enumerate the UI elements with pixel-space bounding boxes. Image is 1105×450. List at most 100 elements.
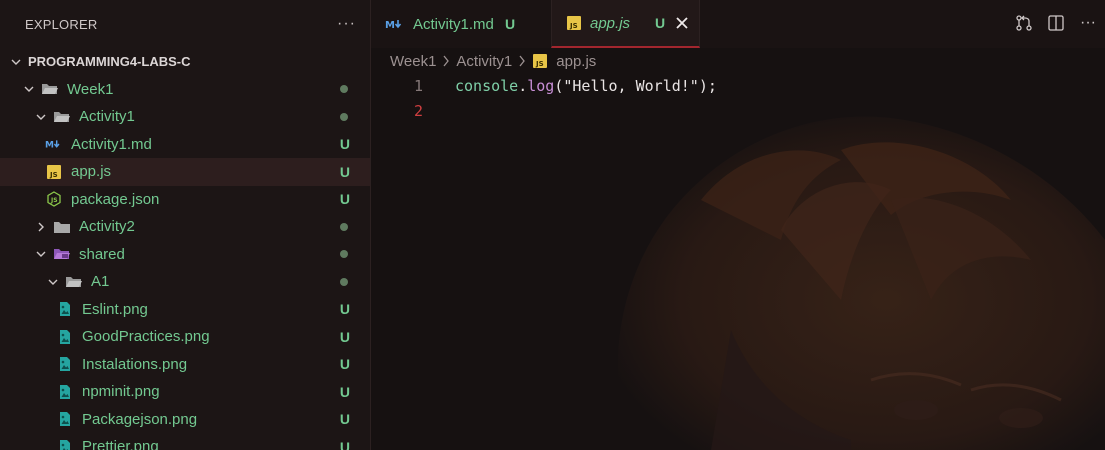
breadcrumb-week1[interactable]: Week1 bbox=[390, 53, 436, 70]
git-status-badge: U bbox=[339, 301, 350, 318]
tree-item-label: npminit.png bbox=[82, 383, 160, 401]
explorer-sidebar: EXPLORER ··· PROGRAMMING4-LABS-C Week1 Act… bbox=[0, 0, 371, 450]
tree-folder-row[interactable]: shared bbox=[0, 241, 370, 269]
tree-file-row[interactable]: npminit.png U bbox=[0, 378, 370, 406]
breadcrumb: Week1 Activity1 JS app.js bbox=[390, 50, 596, 72]
chevron-right-icon bbox=[518, 55, 526, 67]
tree-item-label: PROGRAMMING4-LABS-C bbox=[28, 54, 191, 70]
git-modified-dot bbox=[340, 213, 350, 241]
image-file-icon bbox=[56, 411, 74, 427]
image-file-icon bbox=[56, 329, 74, 345]
folder-icon bbox=[53, 219, 71, 235]
chevron-right-icon[interactable] bbox=[33, 219, 49, 235]
file-tree: PROGRAMMING4-LABS-C Week1 Activity1 M Activi… bbox=[0, 48, 370, 450]
tree-item-label: package.json bbox=[71, 190, 160, 208]
js-icon: JS bbox=[532, 53, 548, 69]
tree-item-label: Eslint.png bbox=[82, 300, 148, 318]
explorer-header: EXPLORER ··· bbox=[0, 0, 370, 48]
git-modified-dot bbox=[340, 76, 350, 104]
tree-file-row[interactable]: JS app.js U bbox=[0, 158, 370, 186]
git-modified-dot bbox=[340, 268, 350, 296]
line-number-active: 2 bbox=[413, 101, 423, 120]
split-editor-icon[interactable] bbox=[1047, 14, 1065, 32]
git-status-badge: U bbox=[339, 438, 350, 450]
tree-file-row[interactable]: Instalations.png U bbox=[0, 351, 370, 379]
breadcrumb-activity1[interactable]: Activity1 bbox=[456, 53, 512, 70]
git-status-badge: U bbox=[339, 411, 350, 428]
code-line[interactable]: 2 bbox=[371, 98, 1105, 123]
code-line[interactable]: 1 console.log("Hello, World!"); bbox=[371, 73, 1105, 98]
source-control-icon[interactable] bbox=[1015, 14, 1033, 32]
image-file-icon bbox=[56, 384, 74, 400]
image-file-icon bbox=[56, 301, 74, 317]
code-editor[interactable]: 1 console.log("Hello, World!"); 2 bbox=[371, 73, 1105, 123]
code-token-string: "Hello, World!" bbox=[563, 76, 699, 95]
tree-file-row[interactable]: Eslint.png U bbox=[0, 296, 370, 324]
tree-item-label: Packagejson.png bbox=[82, 410, 198, 428]
markdown-icon: M bbox=[45, 136, 63, 152]
tree-item-label: app.js bbox=[71, 163, 112, 181]
more-icon[interactable]: ··· bbox=[337, 15, 356, 33]
tab-git-status: U bbox=[655, 15, 666, 31]
svg-text:JS: JS bbox=[49, 171, 58, 179]
tree-item-label: Instalations.png bbox=[82, 355, 188, 373]
image-file-icon bbox=[56, 356, 74, 372]
code-token-object: console bbox=[455, 76, 519, 95]
git-status-badge: U bbox=[339, 163, 350, 180]
tab-label: Activity1.md bbox=[413, 15, 494, 33]
chevron-down-icon[interactable] bbox=[21, 81, 37, 97]
code-token-dot: . bbox=[518, 76, 528, 95]
code-token-close: ); bbox=[698, 76, 717, 95]
tree-folder-row[interactable]: A1 bbox=[0, 268, 370, 296]
vscode-window: EXPLORER ··· PROGRAMMING4-LABS-C Week1 Act… bbox=[0, 0, 1105, 450]
breadcrumb-app-js[interactable]: app.js bbox=[556, 53, 596, 70]
svg-text:JS: JS bbox=[569, 22, 578, 30]
tree-file-row[interactable]: JS package.json U bbox=[0, 186, 370, 214]
code-token-method: log bbox=[527, 76, 555, 95]
nodejs-icon: JS bbox=[45, 191, 63, 208]
chevron-down-icon[interactable] bbox=[45, 274, 61, 290]
tree-item-label: Prettier.png bbox=[82, 438, 159, 450]
git-modified-dot bbox=[340, 241, 350, 269]
tree-item-label: shared bbox=[79, 245, 125, 263]
tree-file-row[interactable]: GoodPractices.png U bbox=[0, 323, 370, 351]
tree-file-row[interactable]: Prettier.png U bbox=[0, 433, 370, 450]
git-status-badge: U bbox=[339, 328, 350, 345]
tree-item-label: Activity1.md bbox=[71, 135, 152, 153]
tab-git-status: U bbox=[505, 16, 516, 32]
git-status-badge: U bbox=[339, 356, 350, 373]
line-number: 1 bbox=[413, 76, 423, 95]
more-actions-icon[interactable]: ··· bbox=[1079, 14, 1097, 32]
chevron-right-icon bbox=[442, 55, 450, 67]
tree-item-label: Activity1 bbox=[79, 108, 135, 126]
chevron-down-icon[interactable] bbox=[8, 54, 24, 70]
svg-text:M: M bbox=[45, 141, 54, 150]
tree-file-row[interactable]: M Activity1.md U bbox=[0, 131, 370, 159]
git-status-badge: U bbox=[339, 383, 350, 400]
tree-item-label: Week1 bbox=[67, 80, 114, 98]
close-icon[interactable] bbox=[673, 14, 691, 32]
chevron-down-icon[interactable] bbox=[33, 109, 49, 125]
explorer-title: EXPLORER bbox=[25, 16, 98, 32]
tab-activity1-md[interactable]: M Activity1.md U bbox=[371, 0, 551, 48]
editor-area: M Activity1.md U JS app.js U ··· Week1 A… bbox=[371, 0, 1105, 450]
markdown-icon: M bbox=[385, 18, 405, 30]
tree-folder-row[interactable]: Week1 bbox=[0, 76, 370, 104]
tree-file-row[interactable]: Packagejson.png U bbox=[0, 406, 370, 434]
tree-folder-row[interactable]: PROGRAMMING4-LABS-C bbox=[0, 48, 370, 76]
code-content: console.log("Hello, World!"); bbox=[455, 77, 717, 95]
folder-open-icon bbox=[41, 81, 59, 97]
chevron-down-icon[interactable] bbox=[33, 246, 49, 262]
tree-folder-row[interactable]: Activity1 bbox=[0, 103, 370, 131]
editor-actions: ··· bbox=[1015, 14, 1097, 32]
js-icon: JS bbox=[566, 15, 582, 31]
js-icon: JS bbox=[45, 164, 63, 180]
tree-item-label: A1 bbox=[91, 273, 110, 291]
tree-folder-row[interactable]: Activity2 bbox=[0, 213, 370, 241]
tab-label: app.js bbox=[590, 14, 631, 32]
image-file-icon bbox=[56, 439, 74, 450]
folder-open-icon bbox=[65, 274, 83, 290]
tab-app-js[interactable]: JS app.js U bbox=[551, 0, 700, 48]
git-modified-dot bbox=[340, 103, 350, 131]
tree-item-label: GoodPractices.png bbox=[82, 328, 210, 346]
